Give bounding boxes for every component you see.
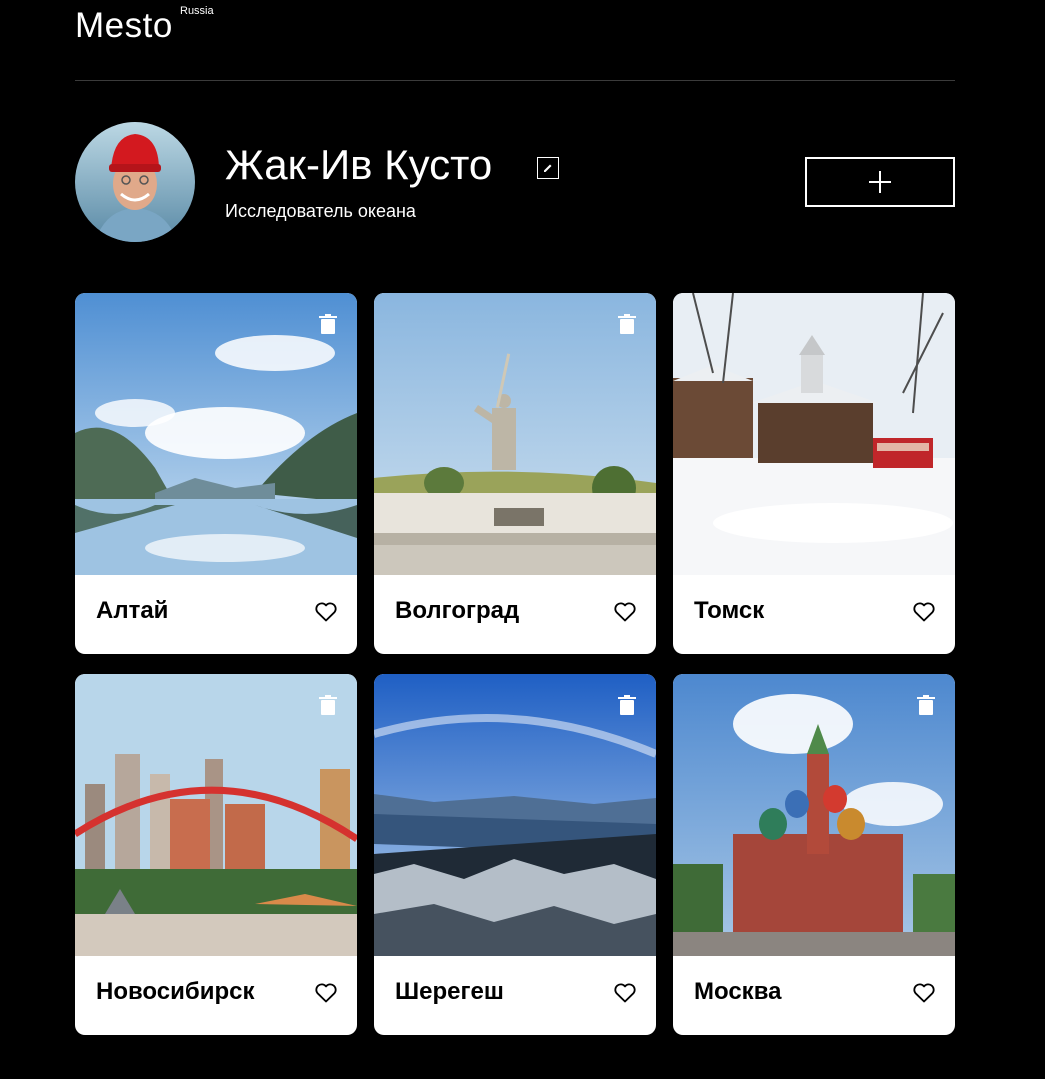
logo-superscript: Russia <box>180 5 214 17</box>
card-title: Шерегеш <box>395 978 504 1005</box>
card-volgograd: Волгоград <box>374 293 656 654</box>
card-title: Москва <box>694 978 782 1005</box>
card-image[interactable] <box>673 293 955 575</box>
card-image[interactable] <box>374 293 656 575</box>
card-title: Новосибирск <box>96 978 255 1005</box>
heart-icon[interactable] <box>614 983 636 1003</box>
card-tomsk: Томск <box>673 293 955 654</box>
card-altai: Алтай <box>75 293 357 654</box>
trash-icon[interactable] <box>617 314 637 334</box>
card-sheregesh: Шерегеш <box>374 674 656 1035</box>
add-card-button[interactable] <box>805 157 955 207</box>
edit-profile-button[interactable] <box>537 157 559 179</box>
site-header: Mesto Russia <box>75 0 955 81</box>
card-title: Алтай <box>96 597 169 624</box>
card-image[interactable] <box>75 293 357 575</box>
heart-icon[interactable] <box>315 983 337 1003</box>
profile-about: Исследователь океана <box>225 201 416 221</box>
trash-icon[interactable] <box>916 695 936 715</box>
card-image[interactable] <box>374 674 656 956</box>
plus-icon <box>869 171 891 193</box>
heart-icon[interactable] <box>315 602 337 622</box>
trash-icon[interactable] <box>617 695 637 715</box>
card-image[interactable] <box>673 674 955 956</box>
trash-icon[interactable] <box>318 314 338 334</box>
profile-name: Жак-Ив Кусто <box>225 141 493 188</box>
card-title: Томск <box>694 597 765 624</box>
heart-icon[interactable] <box>614 602 636 622</box>
trash-icon[interactable] <box>318 695 338 715</box>
logo: Mesto <box>75 6 173 45</box>
profile: Жак-Ив Кусто Исследователь океана <box>75 122 955 242</box>
card-image[interactable] <box>75 674 357 956</box>
pencil-icon <box>544 164 552 172</box>
avatar <box>75 122 195 242</box>
heart-icon[interactable] <box>913 602 935 622</box>
cards-grid: Алтай Волгоград Томск Новосибирск Шереге… <box>75 293 955 1035</box>
heart-icon[interactable] <box>913 983 935 1003</box>
card-moscow: Москва <box>673 674 955 1035</box>
card-novosibirsk: Новосибирск <box>75 674 357 1035</box>
card-title: Волгоград <box>395 597 520 624</box>
